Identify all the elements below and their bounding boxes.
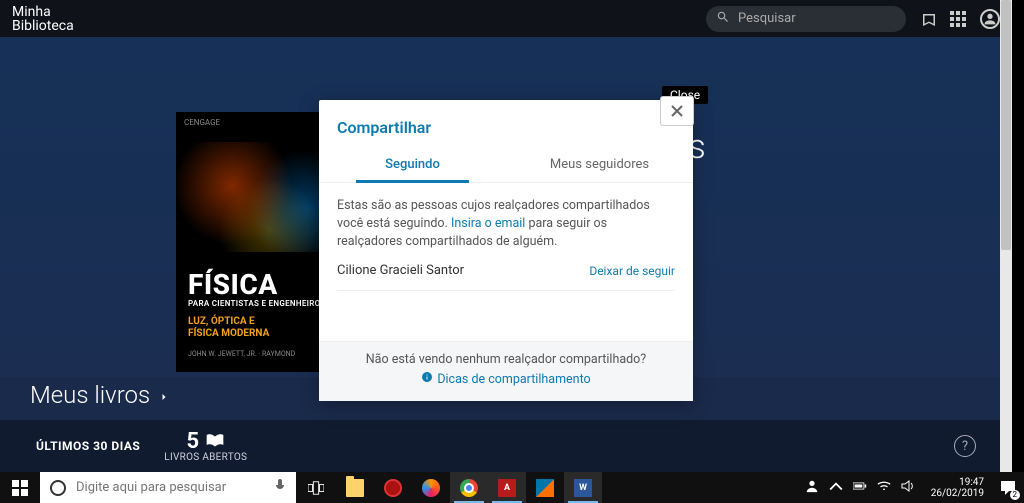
- firefox-icon: [422, 479, 440, 497]
- tab-following[interactable]: Seguindo: [319, 147, 506, 182]
- taskbar-clock[interactable]: 19:47 26/02/2019: [923, 472, 992, 503]
- modal-description: Estas são as pessoas cujos realçadores c…: [337, 197, 675, 251]
- my-books-heading[interactable]: Meus livros: [30, 381, 170, 409]
- taskbar-app-acrobat[interactable]: A: [488, 472, 526, 503]
- opera-icon: [384, 479, 402, 497]
- app-logo: Minha Biblioteca: [12, 5, 74, 33]
- cortana-icon: [50, 480, 66, 496]
- wifi-icon[interactable]: [877, 478, 891, 497]
- windows-taskbar: A W 19:47 26/02/2019 2: [0, 472, 1024, 503]
- apps-grid-icon[interactable]: [950, 11, 966, 27]
- unfollow-link[interactable]: Deixar de seguir: [589, 264, 675, 278]
- taskbar-app-word[interactable]: W: [564, 472, 602, 503]
- library-icon[interactable]: [920, 11, 936, 27]
- word-icon: W: [574, 479, 592, 497]
- publisher-label: CENGAGE: [184, 118, 220, 127]
- close-button[interactable]: [660, 96, 694, 126]
- folder-icon: [346, 479, 364, 497]
- my-books-label: Meus livros: [30, 381, 150, 409]
- search-input[interactable]: [738, 11, 896, 26]
- header-actions: [920, 9, 1000, 29]
- taskbar-app-firefox[interactable]: [412, 472, 450, 503]
- pdf-icon: A: [498, 479, 516, 497]
- taskbar-app-explorer[interactable]: [336, 472, 374, 503]
- tab-followers[interactable]: Meus seguidores: [506, 147, 693, 182]
- last-30-days-label: ÚLTIMOS 30 DIAS: [36, 439, 140, 453]
- battery-icon[interactable]: [853, 478, 867, 497]
- notification-badge: 2: [1010, 490, 1021, 500]
- logo-line-1: Minha: [12, 5, 74, 19]
- search-icon: [716, 9, 730, 28]
- chevron-right-icon: [158, 381, 170, 409]
- following-user-row: Cilione Gracieli Santor Deixar de seguir: [337, 251, 675, 291]
- volume-icon[interactable]: [901, 478, 915, 497]
- page-scrollbar[interactable]: [1000, 0, 1012, 472]
- sharing-tips-link[interactable]: Dicas de compartilhamento: [421, 371, 590, 387]
- clock-time: 19:47: [931, 477, 984, 488]
- open-books-stat: 5 LIVROS ABERTOS: [164, 429, 247, 463]
- logo-line-2: Biblioteca: [12, 19, 74, 33]
- taskbar-search[interactable]: [40, 472, 296, 503]
- open-book-icon: [205, 432, 225, 451]
- modal-footer: Não está vendo nenhum realçador comparti…: [319, 341, 693, 401]
- start-button[interactable]: [0, 472, 40, 503]
- account-icon[interactable]: [980, 9, 1000, 29]
- taskbar-apps: A W: [336, 472, 602, 503]
- mic-icon[interactable]: [274, 478, 286, 498]
- open-books-label: LIVROS ABERTOS: [164, 452, 247, 463]
- open-books-count: 5: [186, 429, 199, 454]
- modal-header: Compartilhar: [319, 100, 693, 147]
- tray-chevron-up-icon[interactable]: [829, 478, 843, 497]
- scrollbar-thumb[interactable]: [1001, 0, 1011, 250]
- action-center-button[interactable]: 2: [992, 472, 1024, 503]
- search-box[interactable]: [706, 6, 906, 32]
- people-icon[interactable]: [805, 478, 819, 497]
- app-window: Minha Biblioteca CENGAGE FÍSICA PARA CIE…: [0, 0, 1012, 472]
- taskbar-app-opera[interactable]: [374, 472, 412, 503]
- task-view-button[interactable]: [296, 472, 336, 503]
- modal-tabs: Seguindo Meus seguidores: [319, 147, 693, 183]
- header-bar: Minha Biblioteca: [0, 0, 1012, 37]
- taskbar-app-chrome[interactable]: [450, 472, 488, 503]
- modal-body: Estas são as pessoas cujos realçadores c…: [319, 183, 693, 291]
- modal-title: Compartilhar: [337, 118, 675, 137]
- system-tray[interactable]: [797, 472, 923, 503]
- footer-question: Não está vendo nenhum realçador comparti…: [337, 352, 675, 367]
- help-button[interactable]: ?: [954, 435, 976, 457]
- enter-email-link[interactable]: Insira o email: [451, 216, 525, 231]
- clock-date: 26/02/2019: [931, 488, 984, 499]
- matlab-icon: [536, 479, 554, 497]
- chrome-icon: [460, 479, 478, 497]
- taskbar-search-input[interactable]: [76, 480, 264, 495]
- stats-footer: ÚLTIMOS 30 DIAS 5 LIVROS ABERTOS ?: [0, 420, 1012, 472]
- taskbar-app-matlab[interactable]: [526, 472, 564, 503]
- share-modal: Compartilhar Seguindo Meus seguidores Es…: [319, 100, 693, 401]
- info-icon: [421, 371, 433, 387]
- following-user-name: Cilione Gracieli Santor: [337, 263, 464, 278]
